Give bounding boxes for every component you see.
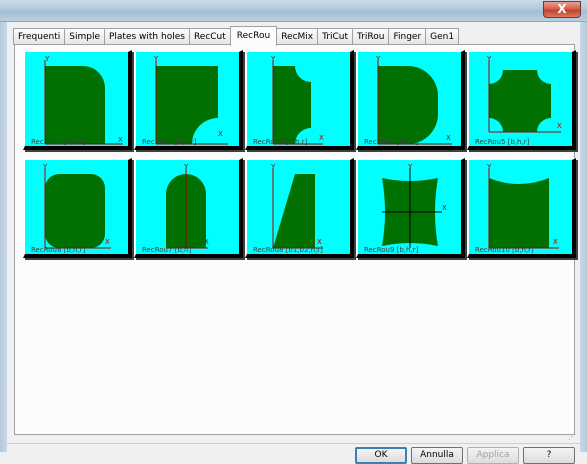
x-axis-label: X xyxy=(317,238,322,246)
shape-button-recrou1[interactable]: Y X RecRou1 [b,h,r] xyxy=(23,50,132,150)
x-axis-label: X xyxy=(442,204,447,212)
x-axis-label: X xyxy=(557,122,562,130)
shape-button-recrou6[interactable]: Y X RecRou6 [b,h,r] xyxy=(23,158,132,258)
recrou10-shape-icon: Y X xyxy=(486,163,559,249)
shape-label: RecRou1 [b,h,r] xyxy=(31,138,86,146)
tab-panel-recrou: Y X RecRou1 [b,h,r] Y X RecRou2 [b,h,r] … xyxy=(14,44,576,435)
y-axis-label: Y xyxy=(153,55,159,63)
recrou9-shape-icon: Y X xyxy=(382,163,447,248)
y-axis-label: Y xyxy=(270,163,276,171)
ok-button[interactable]: OK xyxy=(355,447,407,464)
shape-label: RecRou10 [b,h,r] xyxy=(475,246,534,254)
x-axis-label: X xyxy=(204,238,209,246)
tab-simple[interactable]: Simple xyxy=(64,28,105,45)
recrou7-shape-icon: Y X xyxy=(166,163,209,249)
y-axis-label: Y xyxy=(44,55,50,63)
shape-label: RecRou2 [b,h,r] xyxy=(142,138,197,146)
tab-recmix[interactable]: RecMix xyxy=(276,28,319,45)
tab-strip: Frequenti Simple Plates with holes RecCu… xyxy=(13,26,460,46)
shape-button-recrou5[interactable]: Y X RecRou5 [b,h,r] xyxy=(467,50,576,150)
help-button[interactable]: ? xyxy=(523,447,575,464)
x-axis-label: X xyxy=(319,134,324,142)
y-axis-label: Y xyxy=(407,163,413,171)
shape-label: RecRou7 [b,h] xyxy=(142,246,192,254)
shape-button-recrou10[interactable]: Y X RecRou10 [b,h,r] xyxy=(467,158,576,258)
shape-button-recrou8[interactable]: Y X RecRou8 [b1,b2,h,r] xyxy=(245,158,354,258)
y-axis-label: Y xyxy=(486,163,492,171)
y-axis-label: Y xyxy=(42,163,48,171)
recrou8-shape-icon: Y X xyxy=(270,163,323,249)
x-axis-label: X xyxy=(105,238,110,246)
x-axis-label: X xyxy=(218,130,223,138)
x-axis-label: X xyxy=(118,136,123,144)
recrou6-shape-icon: Y X xyxy=(42,163,111,249)
tab-finger[interactable]: Finger xyxy=(388,28,427,45)
close-button[interactable]: X xyxy=(543,1,581,18)
apply-button[interactable]: Applica xyxy=(467,447,519,464)
shape-button-recrou7[interactable]: Y X RecRou7 [b,h] xyxy=(134,158,243,258)
shape-label: RecRou4 [b,h,r] xyxy=(364,138,419,146)
footer-separator xyxy=(7,443,587,444)
tab-reccut[interactable]: RecCut xyxy=(188,28,231,45)
recrou1-shape-icon: Y X xyxy=(44,55,123,145)
recrou3-shape-icon: Y X xyxy=(270,55,324,145)
recrou4-shape-icon: Y X xyxy=(375,55,452,145)
window-frame-right xyxy=(580,22,587,452)
tab-tricut[interactable]: TriCut xyxy=(317,28,354,45)
tab-trirou[interactable]: TriRou xyxy=(352,28,390,45)
cancel-button[interactable]: Annulla xyxy=(411,447,463,464)
shape-button-recrou4[interactable]: Y X RecRou4 [b,h,r] xyxy=(356,50,465,150)
shape-button-recrou2[interactable]: Y X RecRou2 [b,h,r] xyxy=(134,50,243,150)
y-axis-label: Y xyxy=(270,55,276,63)
shape-label: RecRou6 [b,h,r] xyxy=(31,246,86,254)
tab-plates-with-holes[interactable]: Plates with holes xyxy=(103,28,190,45)
shape-label: RecRou5 [b,h,r] xyxy=(475,138,530,146)
x-axis-label: X xyxy=(446,134,451,142)
tab-recrou[interactable]: RecRou xyxy=(229,26,278,46)
shape-button-recrou9[interactable]: Y X RecRou9 [b,h,r] xyxy=(356,158,465,258)
recrou2-shape-icon: Y X xyxy=(153,55,228,145)
y-axis-label: Y xyxy=(183,163,189,171)
y-axis-label: Y xyxy=(486,55,492,63)
window-frame-left xyxy=(0,22,7,452)
shape-label: RecRou9 [b,h,r] xyxy=(364,246,419,254)
close-icon: X xyxy=(557,2,567,16)
shape-label: RecRou3 [b,h,r] xyxy=(253,138,308,146)
y-axis-label: Y xyxy=(375,55,381,63)
resize-grip-icon[interactable]: ⋰ xyxy=(568,433,578,443)
tab-frequenti[interactable]: Frequenti xyxy=(13,28,66,45)
dialog-content: Frequenti Simple Plates with holes RecCu… xyxy=(7,22,587,464)
shape-label: RecRou8 [b1,b2,h,r] xyxy=(253,246,323,254)
recrou5-shape-icon: Y X xyxy=(486,55,562,133)
shape-button-recrou3[interactable]: Y X RecRou3 [b,h,r] xyxy=(245,50,354,150)
tab-gen1[interactable]: Gen1 xyxy=(425,28,460,45)
title-bar: X xyxy=(0,0,587,22)
x-axis-label: X xyxy=(553,238,558,246)
